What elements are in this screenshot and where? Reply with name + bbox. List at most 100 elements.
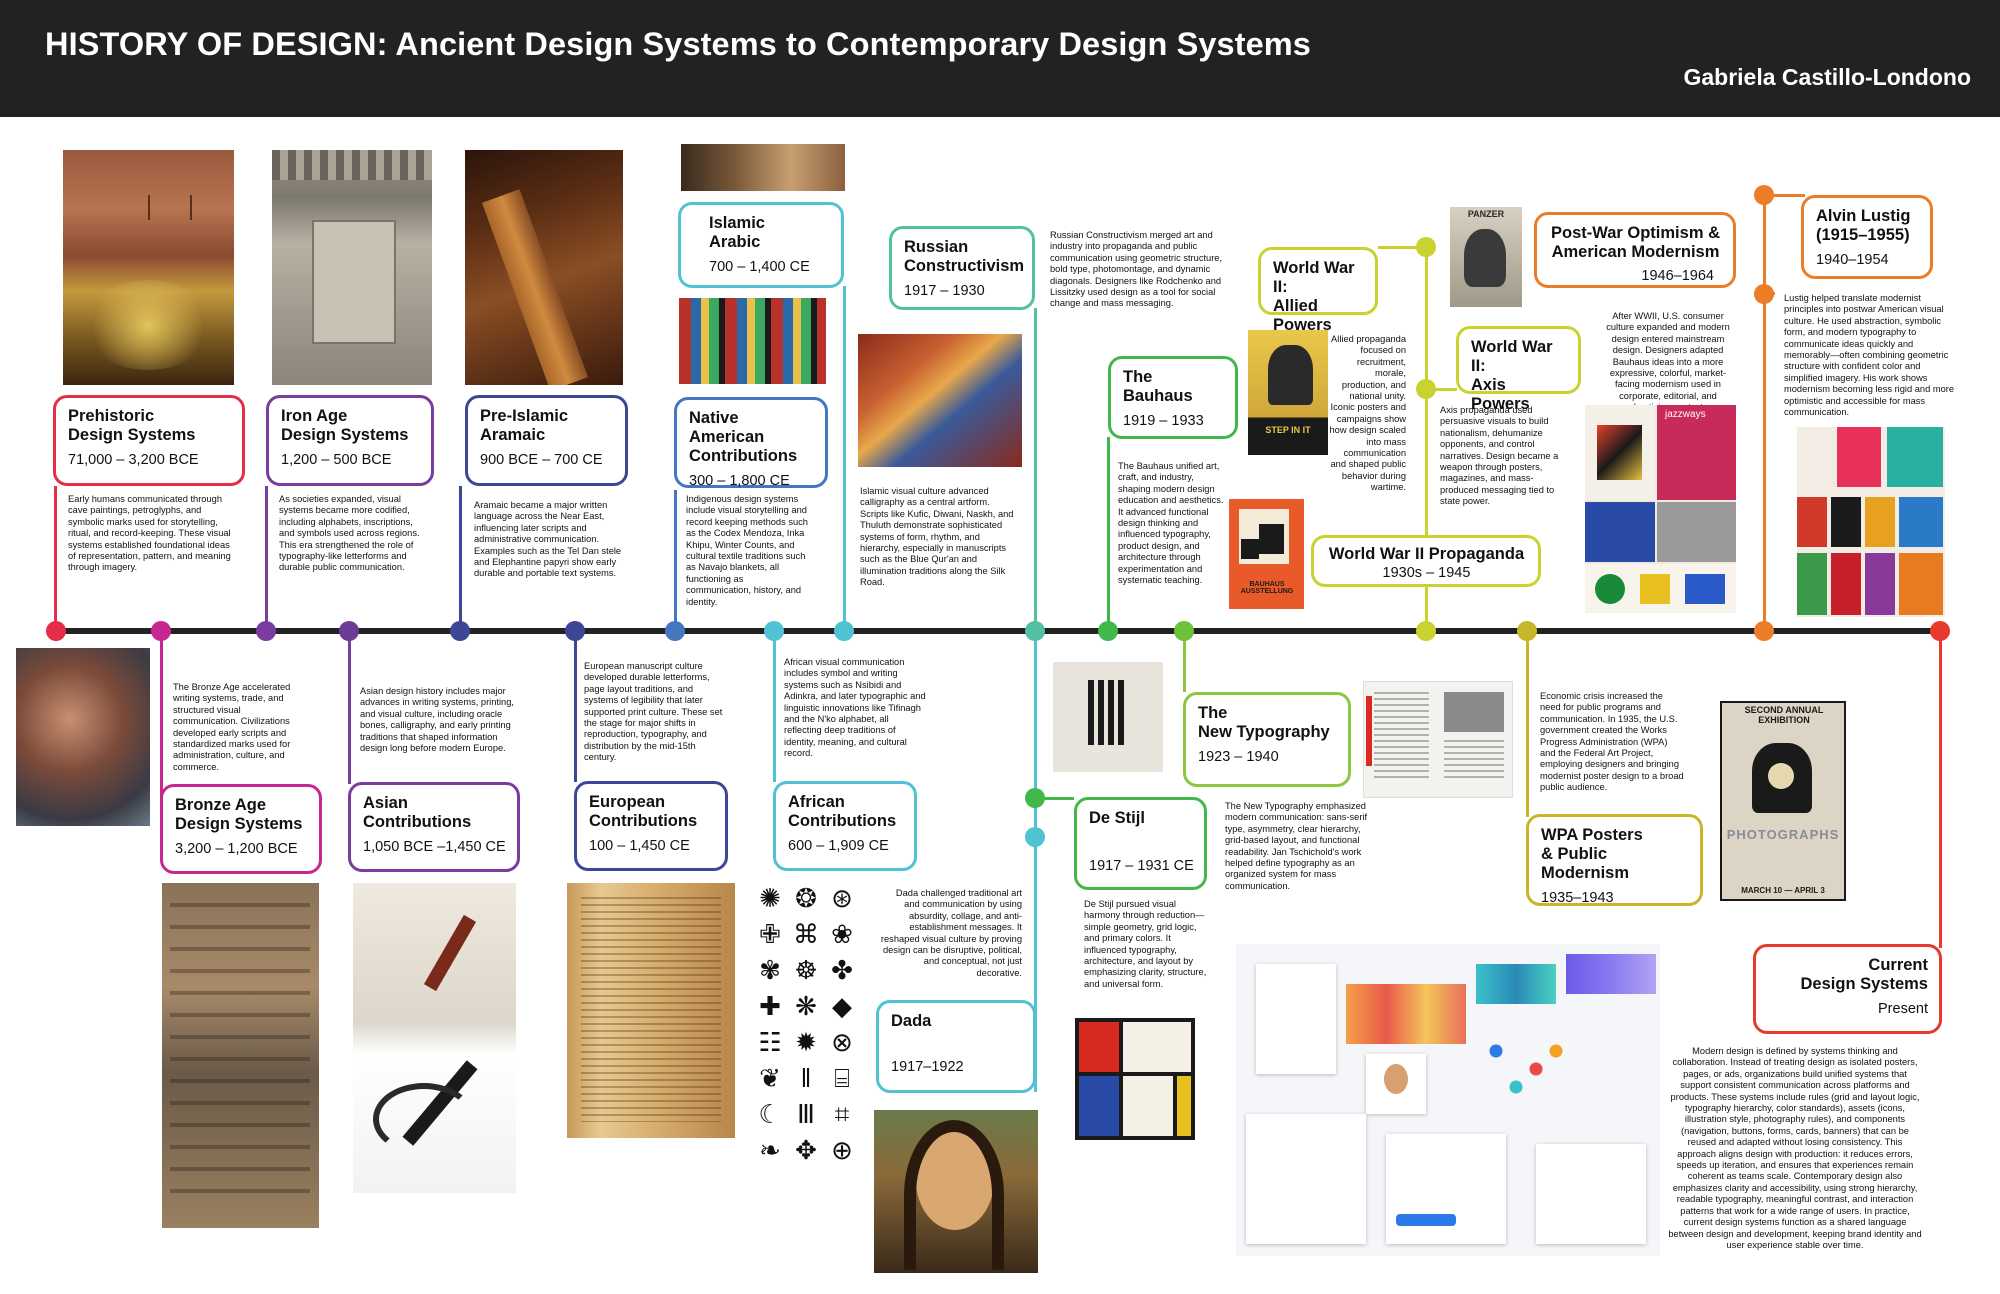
dates-destijl: 1917 – 1931 CE bbox=[1089, 858, 1194, 874]
dates-ww2: 1930s – 1945 bbox=[1382, 565, 1471, 581]
desc-postwar: After WWII, U.S. consumer culture expand… bbox=[1606, 311, 1730, 412]
desc-european: European manuscript culture developed du… bbox=[584, 661, 723, 763]
connector-aramaic bbox=[459, 486, 462, 632]
box-current: Current Design Systems Present bbox=[1753, 944, 1942, 1034]
box-asian: Asian Contributions 1,050 BCE –1,450 CE bbox=[348, 782, 520, 872]
box-allied: World War II: Allied Powers bbox=[1258, 247, 1378, 334]
title-european: European Contributions bbox=[589, 793, 698, 830]
connector-bronze bbox=[160, 632, 163, 804]
dates-postwar: 1946–1964 bbox=[1641, 268, 1714, 284]
adinkra-icon-grid: ✺ ❂ ⊛ ✙ ⌘ ❀ ✾ ☸ ✤ ✚ ❋ ◆ ☷ ✹ ⊗ ❦ ‖ ⌸ ☾ Ⅲ ⌗ ❧ ✥ ⊕ bbox=[752, 880, 862, 1168]
title-prehistoric: Prehistoric Design Systems bbox=[68, 407, 196, 444]
dot-european bbox=[565, 621, 585, 641]
bars-icon: ‖ bbox=[800, 1063, 812, 1093]
box-aramaic: Pre-Islamic Aramaic 900 BCE – 700 CE bbox=[465, 395, 628, 486]
clover-icon: ✾ bbox=[759, 955, 781, 985]
target-icon: ⊕ bbox=[831, 1135, 853, 1165]
connector-iron bbox=[265, 486, 268, 632]
islamic-calligraphy-image bbox=[681, 144, 845, 191]
desc-newtypo: The New Typography emphasized modern com… bbox=[1225, 801, 1368, 891]
box-ww2: World War II Propaganda 1930s – 1945 bbox=[1311, 535, 1541, 587]
wpa-poster-image: SECOND ANNUAL EXHIBITION PHOTOGRAPHS MAR… bbox=[1720, 701, 1846, 901]
dot-lustig-top bbox=[1754, 185, 1774, 205]
connector-current bbox=[1939, 632, 1942, 948]
dates-bronze: 3,200 – 1,200 BCE bbox=[175, 841, 298, 857]
desc-current: Modern design is defined by systems thin… bbox=[1668, 1046, 1922, 1250]
desc-dada: Dada challenged traditional art and comm… bbox=[880, 888, 1022, 978]
box-axis: World War II: Axis Powers bbox=[1456, 326, 1581, 413]
page-title: HISTORY OF DESIGN: Ancient Design System… bbox=[45, 26, 1311, 62]
title-current: Current Design Systems bbox=[1800, 956, 1928, 993]
box-wpa: WPA Posters & Public Modernism 1935–1943 bbox=[1526, 814, 1703, 906]
box-bronze: Bronze Age Design Systems 3,200 – 1,200 … bbox=[160, 784, 322, 874]
jazzways-text: jazzways bbox=[1665, 409, 1706, 420]
dates-aramaic: 900 BCE – 700 CE bbox=[480, 452, 603, 468]
march-text: MARCH 10 — APRIL 3 bbox=[1741, 886, 1825, 895]
diamond-icon: ◆ bbox=[832, 991, 852, 1021]
title-allied: World War II: Allied Powers bbox=[1273, 259, 1355, 334]
dot-allied bbox=[1416, 237, 1436, 257]
bridge-icon: ⌘ bbox=[793, 919, 819, 949]
box-native: Native American Contributions 300 – 1,80… bbox=[674, 397, 828, 489]
title-asian: Asian Contributions bbox=[363, 794, 472, 831]
new-typography-spread-image bbox=[1363, 681, 1513, 798]
dot-current bbox=[1930, 621, 1950, 641]
dates-newtypo: 1923 – 1940 bbox=[1198, 749, 1279, 765]
dates-iron: 1,200 – 500 BCE bbox=[281, 452, 392, 468]
dates-native: 300 – 1,800 CE bbox=[689, 473, 790, 489]
asian-calligraphy-image bbox=[353, 883, 516, 1193]
desc-aramaic: Aramaic became a major written language … bbox=[474, 500, 622, 579]
connector-european bbox=[574, 632, 577, 782]
connector-islamic bbox=[843, 286, 846, 632]
dates-bauhaus: 1919 – 1933 bbox=[1123, 413, 1204, 429]
dates-lustig: 1940–1954 bbox=[1816, 252, 1889, 268]
box-lustig: Alvin Lustig (1915–1955) 1940–1954 bbox=[1801, 195, 1933, 279]
dot-bauhaus bbox=[1098, 621, 1118, 641]
desc-russian: Russian Constructivism merged art and in… bbox=[1050, 230, 1223, 309]
title-destijl: De Stijl bbox=[1089, 809, 1145, 827]
photographs-text: PHOTOGRAPHS bbox=[1726, 827, 1840, 842]
cave-painting-image bbox=[63, 150, 234, 385]
title-lustig: Alvin Lustig (1915–1955) bbox=[1816, 207, 1911, 244]
grid-icon: ⌗ bbox=[834, 1099, 850, 1129]
box-newtypo: The New Typography 1923 – 1940 bbox=[1183, 692, 1351, 787]
desc-iron: As societies expanded, visual systems be… bbox=[279, 494, 420, 573]
box-iron: Iron Age Design Systems 1,200 – 500 BCE bbox=[266, 395, 434, 486]
dates-current: Present bbox=[1878, 1001, 1928, 1017]
wheel-icon: ☸ bbox=[794, 955, 818, 985]
dates-asian: 1,050 BCE –1,450 CE bbox=[363, 839, 506, 855]
bauhaus-poster-image: BAUHAUS AUSSTELLUNG bbox=[1229, 499, 1304, 609]
desc-african: African visual communication includes sy… bbox=[784, 657, 926, 759]
lustig-covers-image bbox=[1797, 427, 1945, 617]
dates-european: 100 – 1,450 CE bbox=[589, 838, 690, 854]
desc-prehistoric: Early humans communicated through cave p… bbox=[68, 494, 231, 573]
dot-african bbox=[764, 621, 784, 641]
dates-islamic: 700 – 1,400 CE bbox=[709, 259, 810, 275]
cross-icon: ✙ bbox=[759, 919, 781, 949]
dot-lustig-mid bbox=[1754, 284, 1774, 304]
box-islamic: Islamic Arabic 700 – 1,400 CE bbox=[678, 202, 844, 288]
aramaic-tablet-image bbox=[465, 150, 623, 385]
desc-asian: Asian design history includes major adva… bbox=[360, 686, 514, 754]
ladder-icon: ☷ bbox=[758, 1027, 782, 1057]
title-native: Native American Contributions bbox=[689, 409, 798, 465]
dot-bronze bbox=[151, 621, 171, 641]
de-stijl-image bbox=[1075, 1018, 1195, 1140]
dot-islamic bbox=[834, 621, 854, 641]
shell-icon: ❧ bbox=[759, 1135, 781, 1165]
desc-bronze: The Bronze Age accelerated writing syste… bbox=[173, 682, 291, 772]
title-iron: Iron Age Design Systems bbox=[281, 407, 409, 444]
rock-surface-image bbox=[16, 648, 150, 826]
dot-asian bbox=[339, 621, 359, 641]
bird-icon: ✥ bbox=[795, 1135, 817, 1165]
connector-newtypo bbox=[1183, 632, 1186, 692]
dates-prehistoric: 71,000 – 3,200 BCE bbox=[68, 452, 199, 468]
cuneiform-tablet-image bbox=[162, 883, 319, 1228]
connector-prehistoric bbox=[54, 486, 57, 632]
stephen-poster-text: STEP IN IT bbox=[1265, 425, 1311, 435]
dot-lustig bbox=[1754, 621, 1774, 641]
dates-wpa: 1935–1943 bbox=[1541, 890, 1614, 906]
dates-african: 600 – 1,909 CE bbox=[788, 838, 889, 854]
dot-dada bbox=[1025, 827, 1045, 847]
title-dada: Dada bbox=[891, 1012, 932, 1030]
